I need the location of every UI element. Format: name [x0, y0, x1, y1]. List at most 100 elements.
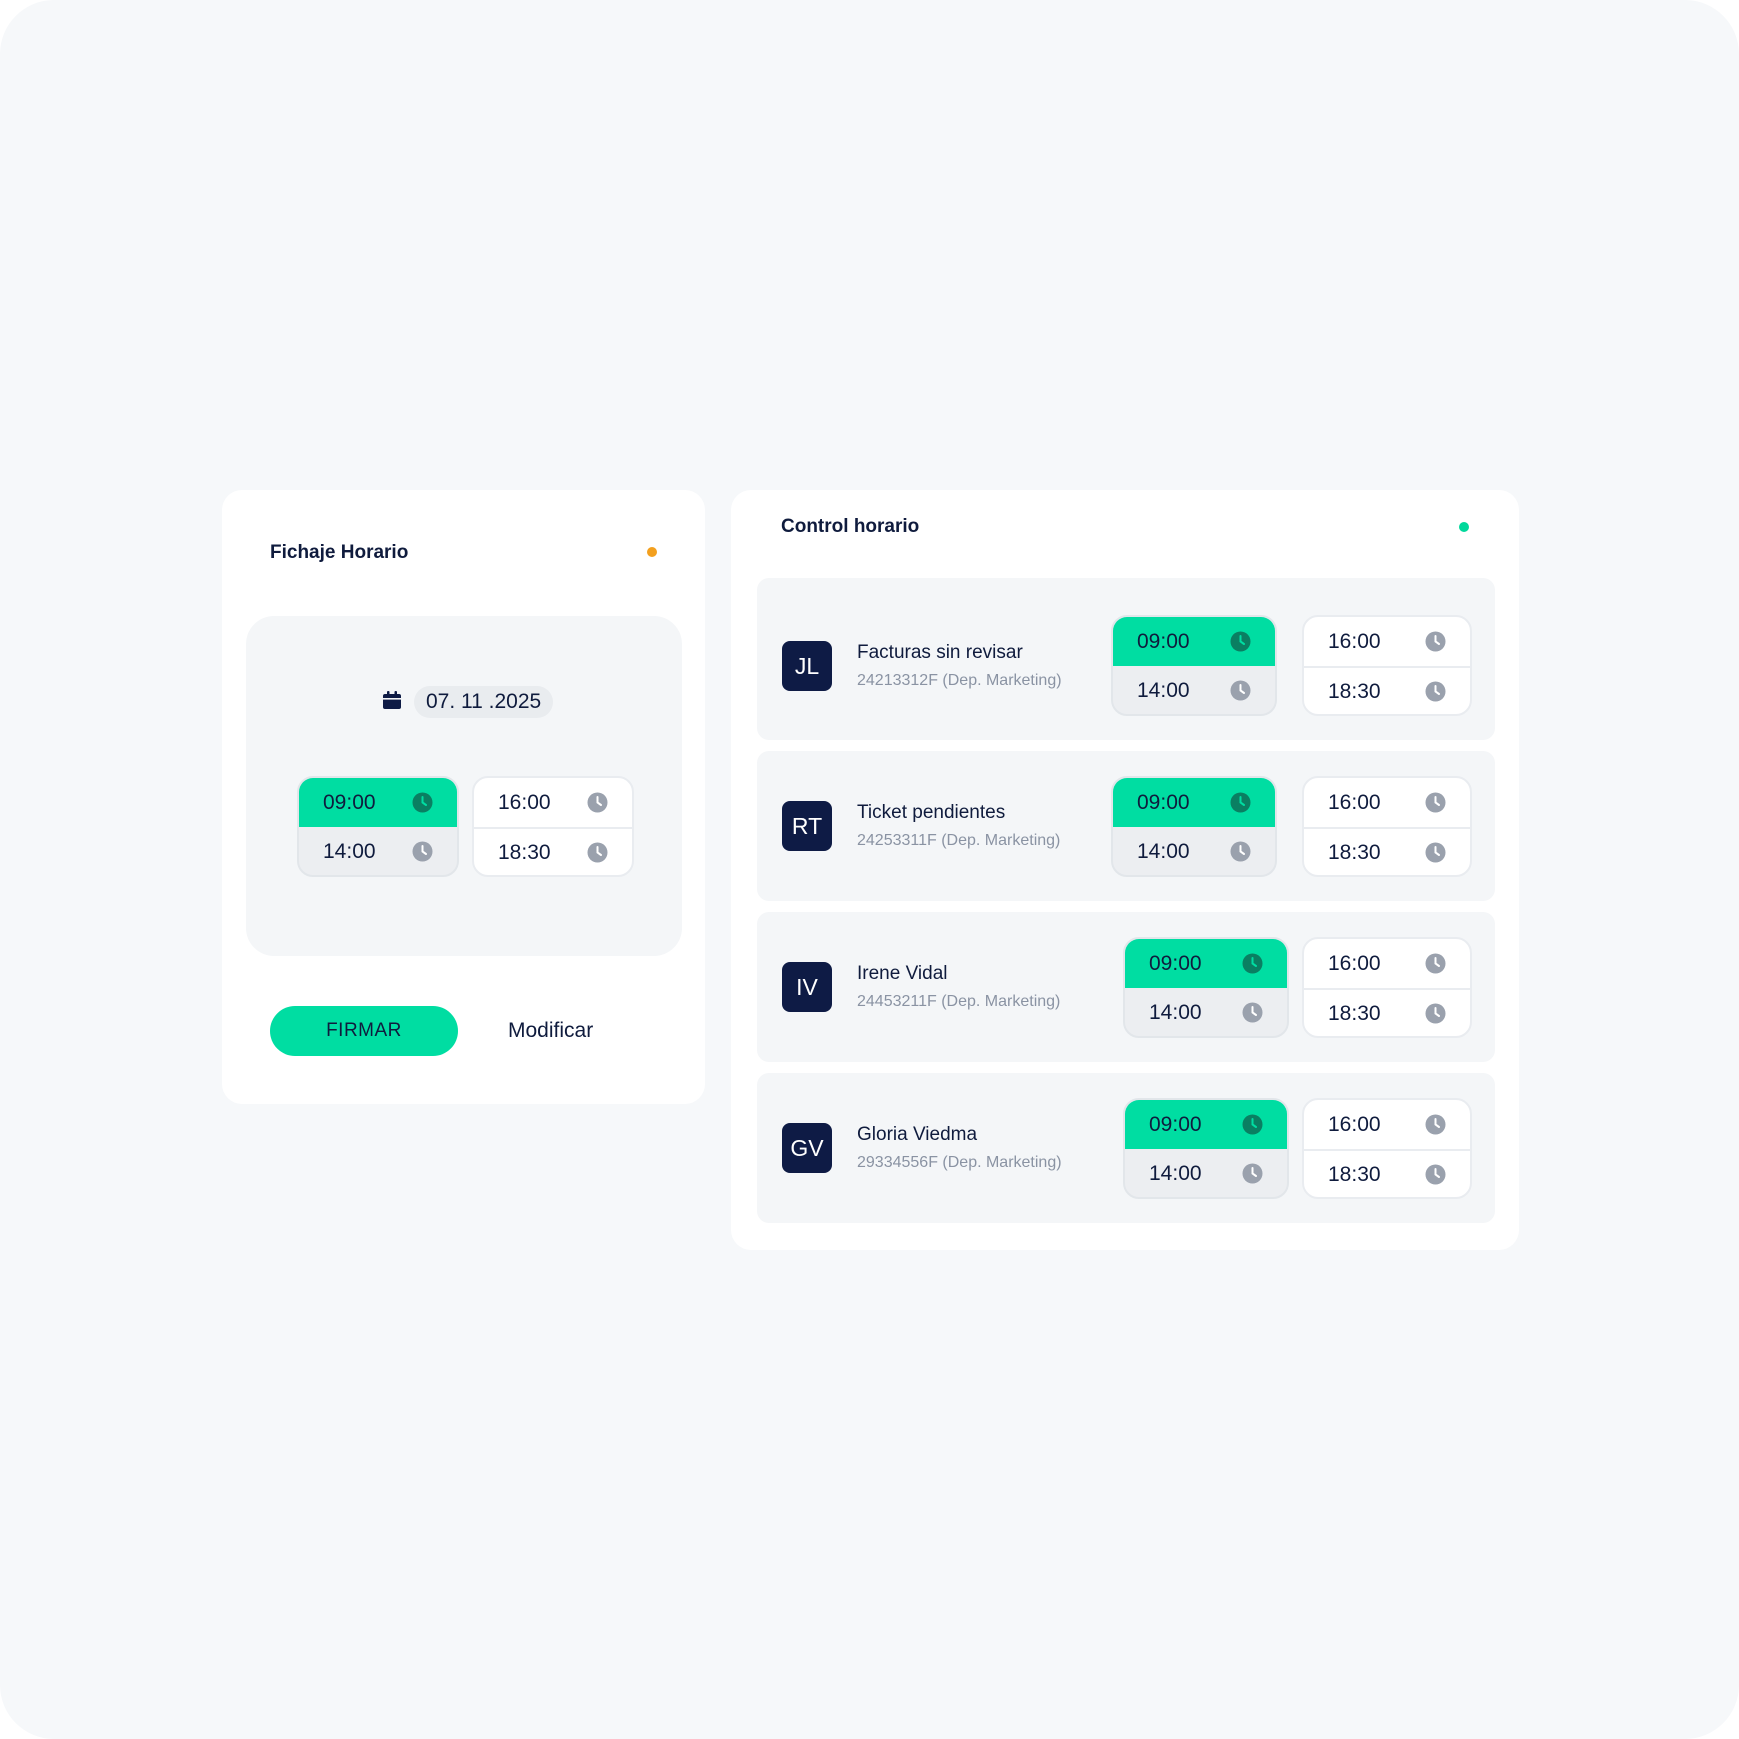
time-in-value: 09:00 [1149, 1112, 1202, 1136]
fichaje-title: Fichaje Horario [270, 542, 409, 563]
employee-list: JL Facturas sin revisar 24213312F (Dep. … [757, 578, 1495, 1234]
clock-icon [1425, 681, 1446, 702]
employee-name: Irene Vidal [857, 963, 948, 984]
time-in-slot[interactable]: 09:00 [1113, 617, 1275, 666]
time-out-value: 14:00 [323, 839, 376, 863]
time-out-value: 14:00 [1149, 1161, 1202, 1185]
date-selector[interactable]: 07. 11 .2025 [382, 686, 554, 718]
time-out-value: 14:00 [1137, 678, 1190, 702]
end-time-block[interactable]: 16:00 18:30 [472, 776, 634, 877]
calendar-icon [382, 690, 402, 715]
start-time-block[interactable]: 09:00 14:00 [1111, 615, 1277, 716]
start-time-block[interactable]: 09:00 14:00 [1123, 937, 1289, 1038]
time-in-value: 09:00 [1137, 629, 1190, 653]
time-out-value: 14:00 [1137, 839, 1190, 863]
clock-icon [412, 792, 433, 813]
online-status-dot [1459, 522, 1469, 532]
time-out-value: 18:30 [1328, 1001, 1381, 1025]
time-out-slot[interactable]: 18:30 [1304, 988, 1470, 1036]
time-out-slot[interactable]: 14:00 [1113, 827, 1275, 875]
time-out-slot[interactable]: 18:30 [1304, 1149, 1470, 1197]
clock-icon [1425, 792, 1446, 813]
clock-icon [1242, 1114, 1263, 1135]
avatar: RT [782, 801, 832, 851]
clock-icon [1425, 631, 1446, 652]
time-out-slot[interactable]: 14:00 [1113, 666, 1275, 714]
employee-name: Facturas sin revisar [857, 642, 1023, 663]
time-in-value: 16:00 [1328, 951, 1381, 975]
clock-icon [1425, 842, 1446, 863]
time-in-slot[interactable]: 16:00 [1304, 617, 1470, 666]
date-value: 07. 11 .2025 [414, 686, 554, 718]
avatar: IV [782, 962, 832, 1012]
end-time-block[interactable]: 16:00 18:30 [1302, 776, 1472, 877]
fichaje-card: Fichaje Horario 07. 11 .2025 09:00 14:00… [222, 490, 705, 1104]
employee-id: 24213312F (Dep. Marketing) [857, 672, 1062, 689]
employee-row[interactable]: IV Irene Vidal 24453211F (Dep. Marketing… [757, 912, 1495, 1062]
clock-icon [1230, 841, 1251, 862]
app-canvas: Fichaje Horario 07. 11 .2025 09:00 14:00… [0, 0, 1739, 1739]
time-in-slot[interactable]: 09:00 [1113, 778, 1275, 827]
time-in-slot[interactable]: 16:00 [1304, 1100, 1470, 1149]
time-out-value: 18:30 [1328, 1162, 1381, 1186]
sign-button[interactable]: FIRMAR [270, 1006, 458, 1056]
clock-icon [1230, 792, 1251, 813]
time-out-slot[interactable]: 18:30 [1304, 827, 1470, 875]
time-out-slot[interactable]: 18:30 [1304, 666, 1470, 714]
time-in-value: 09:00 [323, 790, 376, 814]
time-in-value: 09:00 [1149, 951, 1202, 975]
time-out-slot[interactable]: 14:00 [1125, 988, 1287, 1036]
clock-icon [1425, 1164, 1446, 1185]
start-time-block[interactable]: 09:00 14:00 [1111, 776, 1277, 877]
modify-button[interactable]: Modificar [502, 1006, 682, 1056]
pending-status-dot [647, 547, 657, 557]
employee-row[interactable]: RT Ticket pendientes 24253311F (Dep. Mar… [757, 751, 1495, 901]
end-time-block[interactable]: 16:00 18:30 [1302, 937, 1472, 1038]
time-in-value: 16:00 [498, 790, 551, 814]
time-in-slot[interactable]: 16:00 [474, 778, 632, 827]
time-out-value: 18:30 [1328, 840, 1381, 864]
avatar: GV [782, 1123, 832, 1173]
avatar: JL [782, 641, 832, 691]
clock-icon [1425, 1114, 1446, 1135]
employee-id: 24453211F (Dep. Marketing) [857, 993, 1061, 1010]
time-out-value: 14:00 [1149, 1000, 1202, 1024]
employee-name: Gloria Viedma [857, 1124, 978, 1145]
time-in-slot[interactable]: 09:00 [299, 778, 457, 827]
clock-icon [1242, 953, 1263, 974]
clock-icon [1242, 1163, 1263, 1184]
time-in-slot[interactable]: 09:00 [1125, 1100, 1287, 1149]
clock-icon [587, 792, 608, 813]
clock-icon [1425, 953, 1446, 974]
time-in-value: 16:00 [1328, 629, 1381, 653]
time-out-slot[interactable]: 14:00 [1125, 1149, 1287, 1197]
clock-icon [1230, 680, 1251, 701]
employee-name: Ticket pendientes [857, 802, 1006, 823]
time-in-value: 16:00 [1328, 1112, 1381, 1136]
time-in-value: 16:00 [1328, 790, 1381, 814]
clock-icon [1230, 631, 1251, 652]
time-out-slot[interactable]: 18:30 [474, 827, 632, 875]
employee-id: 29334556F (Dep. Marketing) [857, 1154, 1062, 1171]
clock-icon [1425, 1003, 1446, 1024]
employee-id: 24253311F (Dep. Marketing) [857, 832, 1061, 849]
end-time-block[interactable]: 16:00 18:30 [1302, 615, 1472, 716]
control-card: Control horario JL Facturas sin revisar … [731, 490, 1519, 1250]
start-time-block[interactable]: 09:00 14:00 [1123, 1098, 1289, 1199]
time-out-slot[interactable]: 14:00 [299, 827, 457, 875]
employee-row[interactable]: JL Facturas sin revisar 24213312F (Dep. … [757, 578, 1495, 740]
time-out-value: 18:30 [498, 840, 551, 864]
clock-icon [587, 842, 608, 863]
time-in-slot[interactable]: 16:00 [1304, 939, 1470, 988]
fichaje-panel: 07. 11 .2025 09:00 14:00 16:00 18:30 [246, 616, 682, 956]
time-in-slot[interactable]: 16:00 [1304, 778, 1470, 827]
clock-icon [412, 841, 433, 862]
control-title: Control horario [781, 516, 920, 537]
time-out-value: 18:30 [1328, 679, 1381, 703]
clock-icon [1242, 1002, 1263, 1023]
time-in-slot[interactable]: 09:00 [1125, 939, 1287, 988]
employee-row[interactable]: GV Gloria Viedma 29334556F (Dep. Marketi… [757, 1073, 1495, 1223]
start-time-block[interactable]: 09:00 14:00 [297, 776, 459, 877]
end-time-block[interactable]: 16:00 18:30 [1302, 1098, 1472, 1199]
time-in-value: 09:00 [1137, 790, 1190, 814]
